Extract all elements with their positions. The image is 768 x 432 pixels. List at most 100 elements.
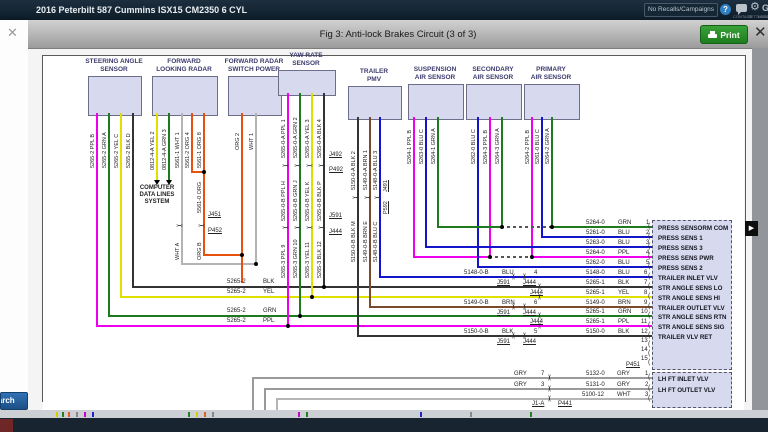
- wire-label: WHT A: [175, 243, 181, 260]
- wire-label: 5265-1: [586, 290, 605, 296]
- pin-signal-name: TRAILER INLET VLV: [658, 275, 718, 282]
- wire-grn: [437, 117, 439, 228]
- background-wire-tick: [530, 412, 532, 417]
- wire-label: YEL: [263, 289, 274, 295]
- pin-bracket: (: [648, 385, 650, 392]
- pin-bracket: (: [648, 359, 650, 366]
- wire-label: 5149-0: [586, 300, 605, 306]
- wire-label: 6: [534, 300, 537, 306]
- wire-label: GRN: [263, 308, 276, 314]
- wire-label: 5264-2 PPL B: [525, 130, 531, 164]
- flow-arrow-icon: [166, 180, 172, 185]
- wire-label: GRN: [618, 309, 631, 315]
- junction-dot: [530, 255, 534, 259]
- background-wire-tick: [298, 412, 300, 417]
- wire-label: 5149-0-B BRN E: [363, 221, 369, 262]
- pin-signal-name: LH FT OUTLET VLV: [658, 387, 715, 394]
- sensor-box: [228, 76, 282, 116]
- wire-label: 5261-0: [586, 230, 605, 236]
- wire-label: ORG B: [197, 242, 203, 260]
- connector-mark: )(: [306, 226, 312, 228]
- wire-label: 5264-1 GRN A: [431, 128, 437, 164]
- pin-bracket: (: [648, 374, 650, 381]
- wire-label: 5263-0 BLU C: [419, 129, 425, 164]
- wire-label: 5264-3 PPL B: [483, 130, 489, 164]
- pin-bracket: (: [648, 243, 650, 250]
- wire-wht: [181, 263, 257, 265]
- wire-label: 5150-0-B: [464, 329, 489, 335]
- wire-label: ORG 2: [235, 133, 241, 150]
- wire-label: 5150-0-B BLK M: [351, 221, 357, 262]
- pin-bracket: (: [648, 395, 650, 402]
- wire-label: 7: [644, 280, 647, 286]
- pin-signal-name: LH FT INLET VLV: [658, 376, 708, 383]
- pin-bracket: (: [648, 341, 650, 348]
- background-wire-tick: [212, 412, 214, 417]
- wire-ppl: [96, 325, 653, 327]
- wire-blu: [541, 117, 543, 238]
- wire-blk: [132, 286, 653, 288]
- wire-label: 5261-0 BLU C: [535, 129, 541, 164]
- wire-ppl: [489, 117, 491, 258]
- connector-mark: )(: [176, 224, 182, 226]
- connector-mark: )(: [318, 226, 324, 228]
- wire-label: 5149-0-B: [464, 300, 489, 306]
- wire-label: J1-A: [532, 401, 544, 407]
- wire-label: J491: [383, 180, 389, 192]
- next-figure-button[interactable]: ▶: [745, 221, 758, 236]
- wire-label: J591: [329, 213, 342, 219]
- wire-label: BRN: [502, 300, 515, 306]
- wire-gry: [264, 388, 266, 411]
- wire-label: 5264-0: [586, 250, 605, 256]
- wire-org: [191, 113, 193, 173]
- wire-label: 5265-2: [227, 289, 246, 295]
- wire-blu: [541, 236, 653, 238]
- wire-label: J444: [329, 229, 342, 235]
- wire-blk: [323, 93, 325, 288]
- background-wire-tick: [76, 412, 78, 417]
- junction-dot: [550, 225, 554, 229]
- wire-label: 4: [534, 270, 537, 276]
- wire-label: 5265-2 BLK D: [126, 133, 132, 168]
- wire-grn: [108, 113, 110, 317]
- wire-blu: [477, 266, 653, 268]
- wire-label: YEL: [618, 290, 629, 296]
- diagram-note: COMPUTER DATA LINES SYSTEM: [132, 185, 182, 206]
- pin-signal-name: STR ANGLE SENS SIG: [658, 324, 724, 331]
- junction-dot: [488, 255, 492, 259]
- connector-mark: )(: [318, 164, 324, 166]
- wire-label: 5262-0: [586, 260, 605, 266]
- wire-label: J451: [208, 212, 221, 218]
- wire-label: 9: [644, 300, 647, 306]
- wire-org: [203, 254, 243, 256]
- pin-bracket: (: [648, 223, 650, 230]
- connector-mark: )(: [282, 164, 288, 166]
- pin-signal-name: PRESS SENS 1: [658, 235, 703, 242]
- wire-label: P592: [383, 201, 389, 214]
- wire-grn: [299, 93, 301, 317]
- wire-label: 5265-0-B GRN J: [293, 180, 299, 221]
- wire-label: BLU: [618, 240, 630, 246]
- wire-label: J444: [530, 319, 543, 325]
- wire-label: 5265-0-B BLK P: [317, 181, 323, 221]
- sensor-box: [466, 84, 522, 120]
- pin-signal-name: PRESS SENS 2: [658, 265, 703, 272]
- background-wire-tick: [420, 412, 422, 417]
- junction-dot: [254, 262, 258, 266]
- pin-bracket: (: [648, 303, 650, 310]
- wire-ppl: [413, 256, 491, 258]
- sensor-box: [348, 86, 402, 120]
- wire-label: 5264-1 PPL B: [407, 130, 413, 164]
- pin-signal-name: PRESS SENS PWR: [658, 255, 714, 262]
- wire-wht: [276, 398, 278, 411]
- junction-dot: [202, 170, 206, 174]
- wire-label: J591: [497, 280, 510, 286]
- background-wire-tick: [56, 412, 58, 417]
- wire-yel: [156, 113, 158, 181]
- pin-bracket: (: [648, 253, 650, 260]
- wire-label: WHT: [617, 392, 631, 398]
- sensor-label: YAW RATE SENSOR: [264, 52, 348, 67]
- wire-label: 5265-3 BLK 12: [317, 241, 323, 278]
- wire-label: 5265-2 GRN A: [102, 132, 108, 168]
- wire-yel: [120, 296, 653, 298]
